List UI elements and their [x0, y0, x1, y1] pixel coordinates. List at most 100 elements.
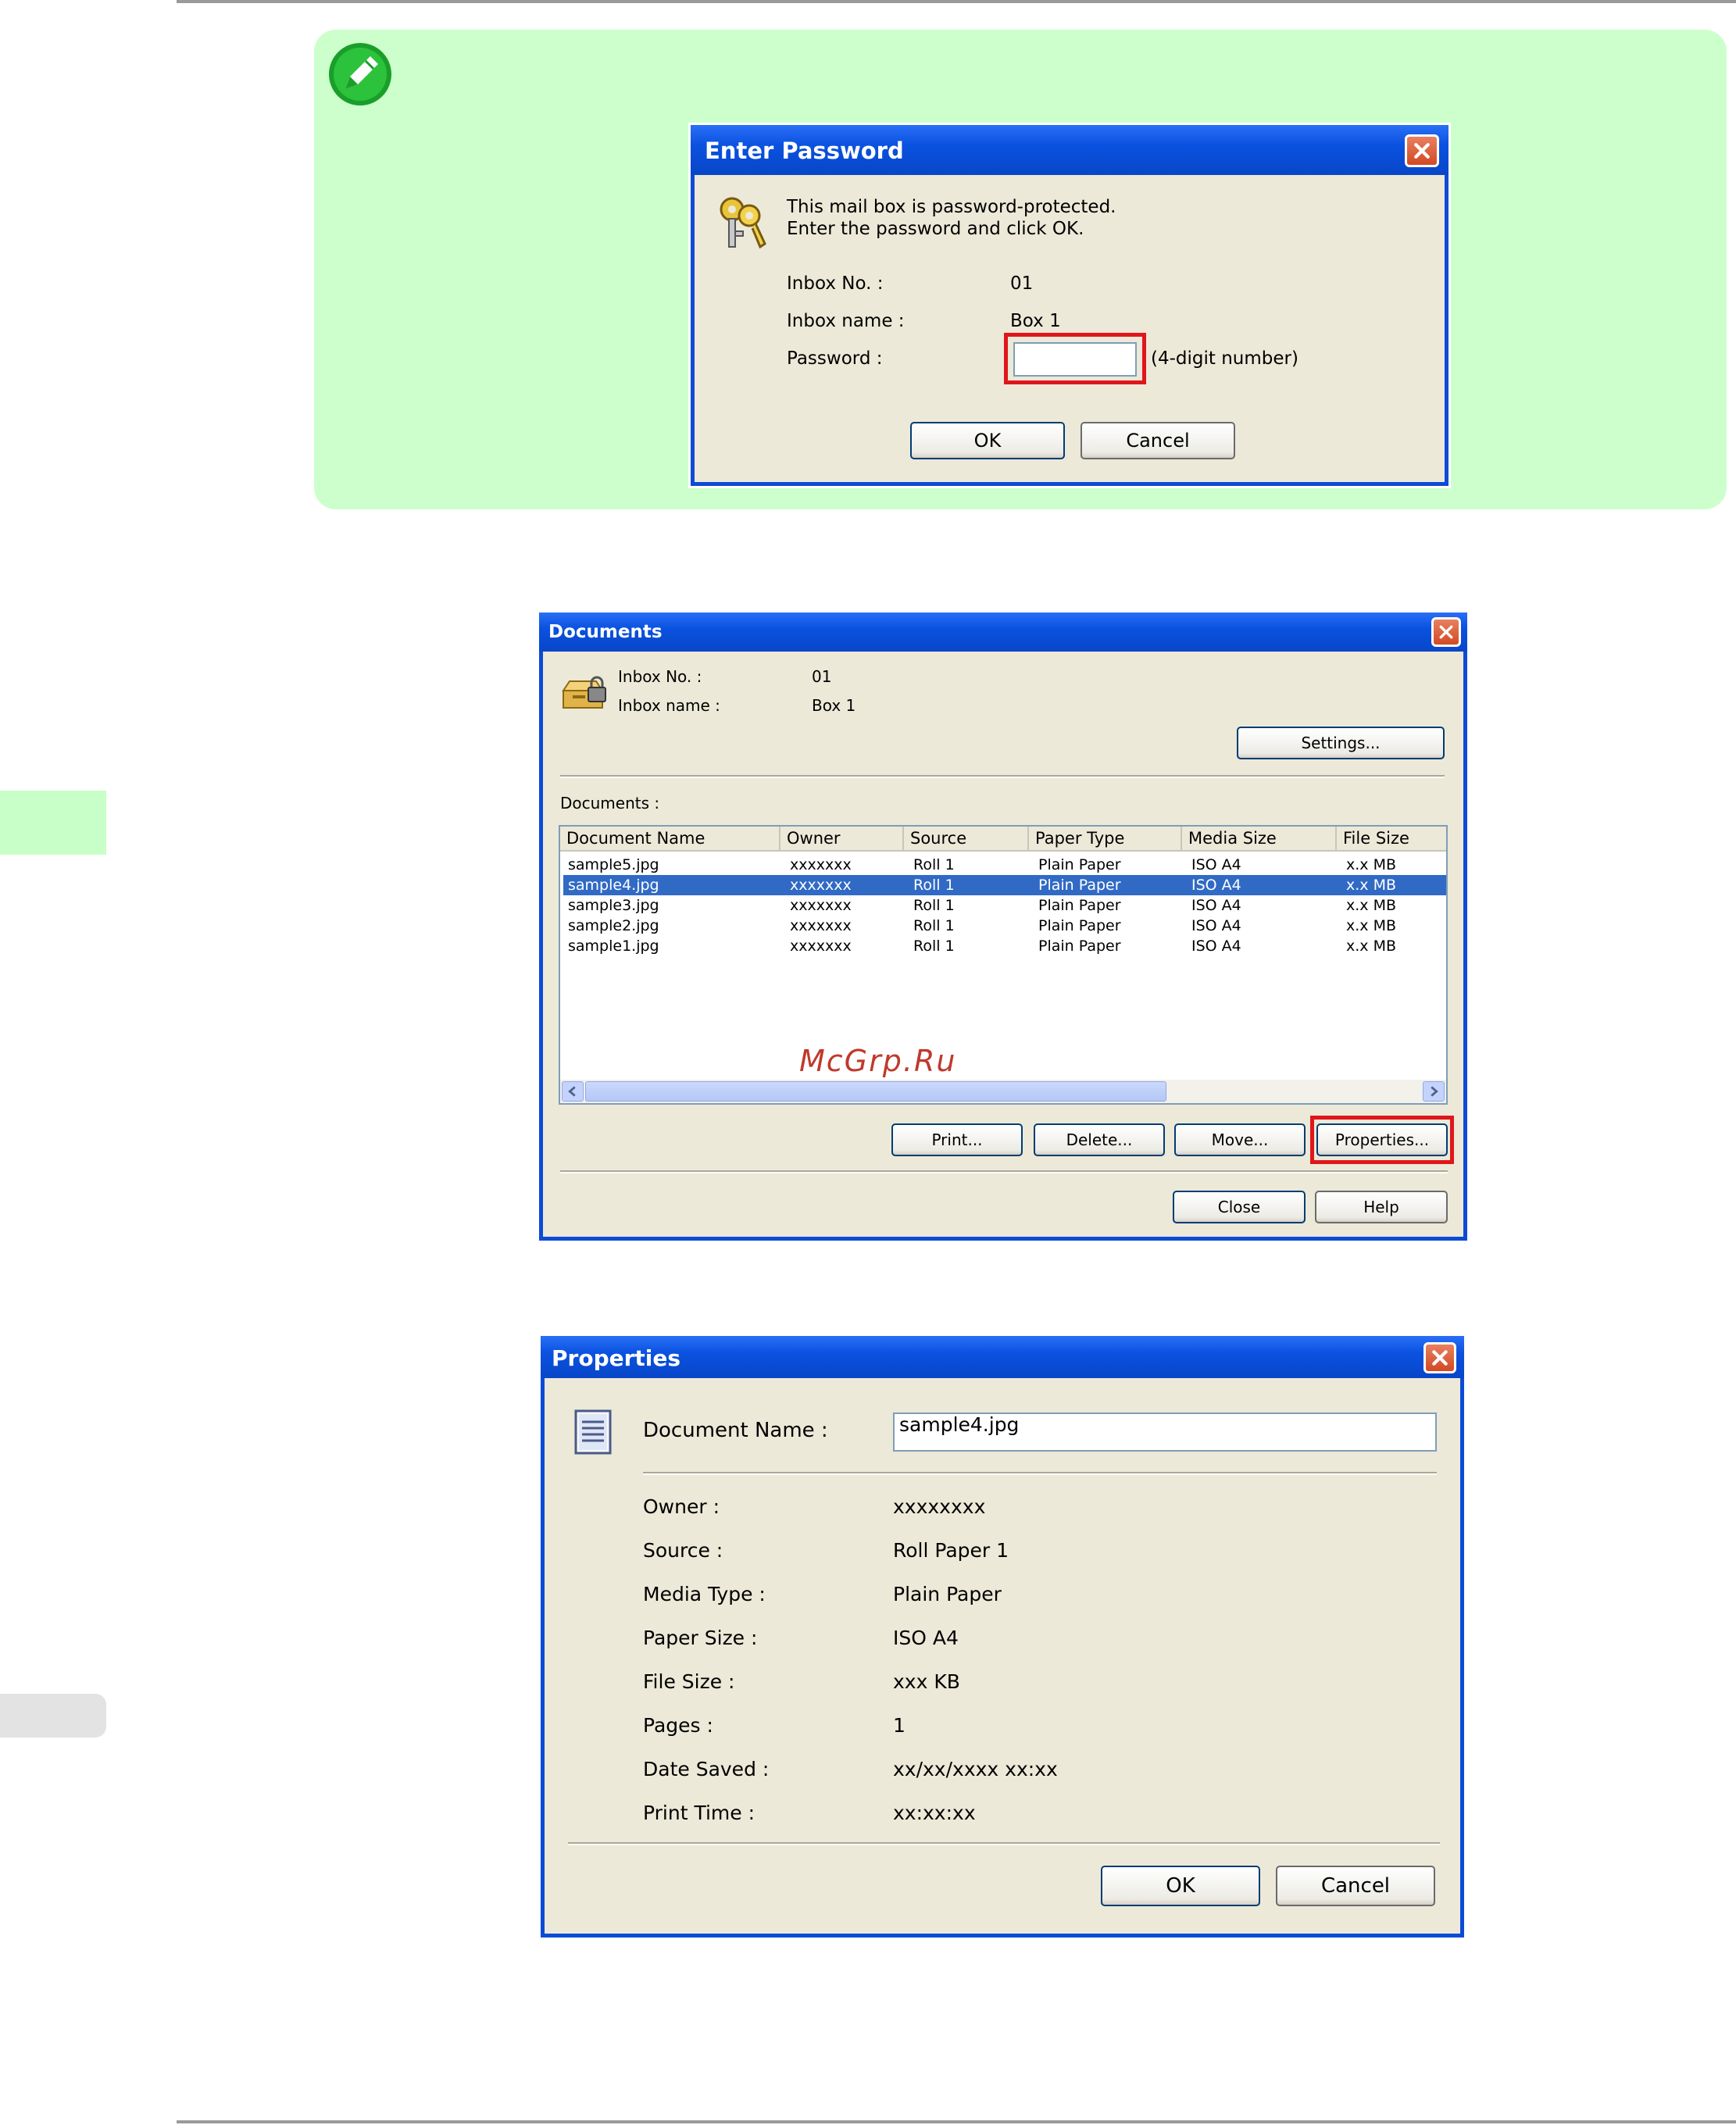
- property-value: ISO A4: [893, 1627, 959, 1649]
- table-row[interactable]: sample4.jpg xxxxxxx Roll 1 Plain Paper ISO A…: [563, 875, 1446, 895]
- ok-button[interactable]: OK: [1101, 1866, 1260, 1906]
- window-title: Enter Password: [705, 138, 904, 164]
- close-button[interactable]: [1405, 134, 1439, 167]
- cell-owner: xxxxxxx: [790, 938, 852, 955]
- password-field[interactable]: [1013, 342, 1137, 377]
- scroll-left-button[interactable]: [562, 1081, 584, 1102]
- page-tab: [0, 1694, 106, 1738]
- close-icon: [1432, 1350, 1448, 1366]
- cell-source: Roll 1: [913, 938, 955, 955]
- documents-list-label: Documents :: [560, 794, 660, 812]
- col-media-size[interactable]: Media Size: [1182, 827, 1337, 850]
- documents-list[interactable]: Document Name Owner Source Paper Type Me…: [559, 825, 1448, 1105]
- cancel-button[interactable]: Cancel: [1276, 1866, 1435, 1906]
- watermark: McGrp.Ru: [799, 1044, 957, 1078]
- inbox-name-label: Inbox name :: [618, 696, 720, 715]
- property-value: Plain Paper: [893, 1583, 1002, 1605]
- cell-document-name: sample3.jpg: [568, 897, 659, 914]
- close-icon: [1439, 625, 1453, 639]
- cell-paper-type: Plain Paper: [1038, 856, 1121, 873]
- close-button[interactable]: [1423, 1342, 1456, 1373]
- bottom-rule: [177, 2120, 1736, 2123]
- cell-document-name: sample2.jpg: [568, 917, 659, 934]
- message-line1: This mail box is password-protected.: [787, 197, 1116, 217]
- password-label: Password :: [787, 348, 883, 369]
- table-row[interactable]: sample2.jpg xxxxxxx Roll 1 Plain Paper ISO A…: [563, 916, 1446, 936]
- document-name-label: Document Name :: [643, 1419, 828, 1442]
- cancel-button[interactable]: Cancel: [1081, 422, 1235, 459]
- inbox-no-label: Inbox No. :: [787, 273, 884, 294]
- separator: [568, 1842, 1440, 1845]
- property-label: Date Saved :: [643, 1758, 770, 1780]
- cell-document-name: sample5.jpg: [568, 856, 659, 873]
- window-title: Properties: [552, 1345, 681, 1371]
- inbox-name-value: Box 1: [1010, 311, 1061, 331]
- scroll-right-button[interactable]: [1423, 1081, 1445, 1102]
- property-value: xx:xx:xx: [893, 1802, 976, 1824]
- cell-owner: xxxxxxx: [790, 856, 852, 873]
- close-dialog-button[interactable]: Close: [1173, 1191, 1306, 1223]
- cell-document-name: sample1.jpg: [568, 938, 659, 955]
- top-rule: [177, 0, 1736, 3]
- title-bar: Documents: [539, 612, 1467, 652]
- print-button[interactable]: Print...: [891, 1123, 1023, 1156]
- cell-file-size: x.x MB: [1346, 856, 1396, 873]
- cell-source: Roll 1: [913, 897, 955, 914]
- window-title: Documents: [548, 622, 663, 642]
- property-label: Source :: [643, 1539, 723, 1562]
- property-label: File Size :: [643, 1670, 735, 1693]
- ok-button[interactable]: OK: [910, 422, 1065, 459]
- title-bar: Enter Password: [691, 125, 1448, 175]
- cell-paper-type: Plain Paper: [1038, 897, 1121, 914]
- cell-file-size: x.x MB: [1346, 877, 1396, 894]
- col-owner[interactable]: Owner: [780, 827, 904, 850]
- chevron-right-icon: [1431, 1086, 1438, 1097]
- list-header: Document Name Owner Source Paper Type Me…: [560, 827, 1446, 852]
- close-icon: [1414, 143, 1430, 159]
- separator: [560, 775, 1445, 778]
- help-button[interactable]: Help: [1315, 1191, 1448, 1223]
- table-row[interactable]: sample5.jpg xxxxxxx Roll 1 Plain Paper ISO A…: [563, 855, 1446, 875]
- property-label: Media Type :: [643, 1583, 766, 1605]
- property-value: 1: [893, 1714, 906, 1737]
- delete-button[interactable]: Delete...: [1034, 1123, 1165, 1156]
- document-name-field[interactable]: sample4.jpg: [893, 1412, 1437, 1452]
- cell-paper-type: Plain Paper: [1038, 917, 1121, 934]
- col-file-size[interactable]: File Size: [1337, 827, 1446, 850]
- cell-owner: xxxxxxx: [790, 877, 852, 894]
- col-source[interactable]: Source: [904, 827, 1029, 850]
- settings-button[interactable]: Settings...: [1237, 727, 1445, 759]
- table-row[interactable]: sample3.jpg xxxxxxx Roll 1 Plain Paper ISO A…: [563, 895, 1446, 916]
- property-value: xxx KB: [893, 1670, 960, 1693]
- cell-media-size: ISO A4: [1191, 897, 1241, 914]
- col-paper-type[interactable]: Paper Type: [1029, 827, 1182, 850]
- cell-file-size: x.x MB: [1346, 938, 1396, 955]
- cell-source: Roll 1: [913, 877, 955, 894]
- cell-owner: xxxxxxx: [790, 897, 852, 914]
- horizontal-scrollbar[interactable]: [560, 1080, 1446, 1103]
- col-document-name[interactable]: Document Name: [560, 827, 780, 850]
- property-label: Paper Size :: [643, 1627, 758, 1649]
- cell-source: Roll 1: [913, 917, 955, 934]
- close-button[interactable]: [1431, 617, 1461, 647]
- property-label: Print Time :: [643, 1802, 755, 1824]
- properties-button[interactable]: Properties...: [1316, 1123, 1448, 1156]
- cell-media-size: ISO A4: [1191, 938, 1241, 955]
- pencil-note-icon: [329, 43, 391, 105]
- property-label: Pages :: [643, 1714, 713, 1737]
- table-row[interactable]: sample1.jpg xxxxxxx Roll 1 Plain Paper ISO A…: [563, 936, 1446, 956]
- document-icon: [574, 1409, 612, 1455]
- separator: [560, 1170, 1448, 1173]
- scroll-thumb[interactable]: [585, 1081, 1166, 1102]
- properties-dialog: Properties Document Name : sample4.jpg O…: [541, 1336, 1464, 1938]
- chevron-left-icon: [568, 1086, 576, 1097]
- cell-owner: xxxxxxx: [790, 917, 852, 934]
- documents-dialog: Documents Inbox No. : 01 Inbox name : Bo…: [539, 612, 1467, 1241]
- cell-paper-type: Plain Paper: [1038, 938, 1121, 955]
- separator: [643, 1472, 1437, 1475]
- property-value: xxxxxxxx: [893, 1495, 986, 1518]
- mailbox-lock-icon: [562, 676, 606, 709]
- cell-media-size: ISO A4: [1191, 856, 1241, 873]
- move-button[interactable]: Move...: [1174, 1123, 1306, 1156]
- inbox-no-value: 01: [1010, 273, 1034, 294]
